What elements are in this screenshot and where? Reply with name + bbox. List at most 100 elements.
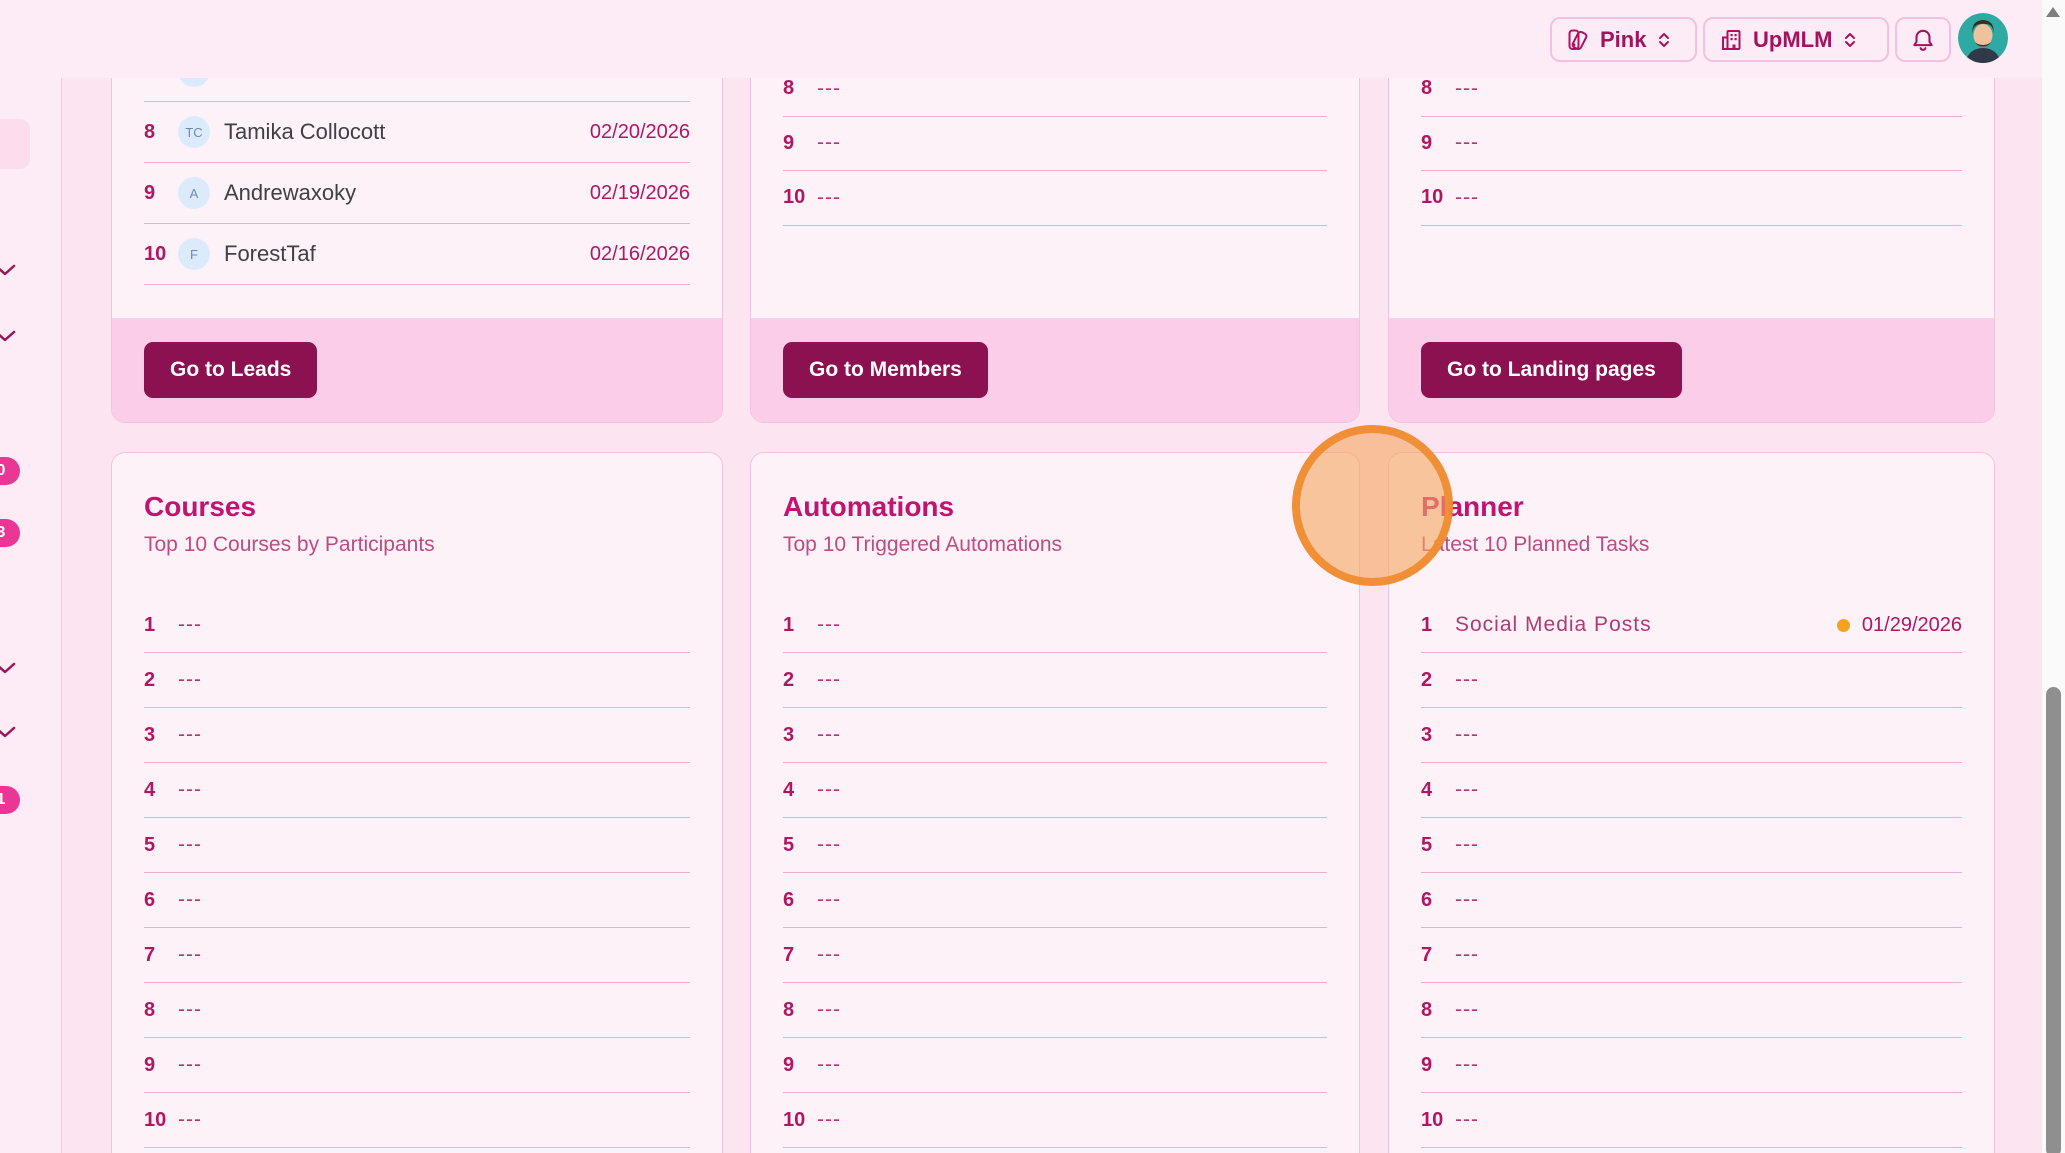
sidebar-count-badge: 1 bbox=[0, 786, 20, 814]
row-rank: 6 bbox=[144, 889, 178, 912]
list-item: 3--- bbox=[1421, 708, 1962, 763]
row-title: --- bbox=[1455, 723, 1479, 747]
vertical-scrollbar bbox=[2042, 0, 2065, 1153]
row-title: --- bbox=[1455, 186, 1479, 210]
organization-selector-label: UpMLM bbox=[1753, 27, 1832, 53]
row-rank: 10 bbox=[144, 1109, 178, 1132]
row-rank: 9 bbox=[1421, 132, 1455, 155]
row-title: --- bbox=[817, 131, 841, 155]
planner-list: 1Social Media Posts01/29/20262---3---4--… bbox=[1421, 598, 1962, 1148]
color-swatch-icon bbox=[1566, 28, 1590, 52]
row-rank: 5 bbox=[144, 834, 178, 857]
list-item: 7--- bbox=[1421, 928, 1962, 983]
row-rank: 7 bbox=[1421, 944, 1455, 967]
courses-list: 1---2---3---4---5---6---7---8---9---10--… bbox=[144, 598, 690, 1148]
card-subtitle: Latest 10 Planned Tasks bbox=[1421, 533, 1649, 557]
list-item: 9--- bbox=[1421, 1038, 1962, 1093]
chevron-down-icon[interactable] bbox=[0, 329, 17, 343]
chevron-up-down-icon bbox=[1842, 31, 1858, 49]
list-item: 10--- bbox=[144, 1093, 690, 1148]
row-rank: 9 bbox=[144, 1054, 178, 1077]
row-title: --- bbox=[178, 943, 202, 967]
row-title: --- bbox=[178, 888, 202, 912]
initials-avatar: F bbox=[178, 238, 210, 270]
row-title: --- bbox=[1455, 778, 1479, 802]
row-title: --- bbox=[1455, 1108, 1479, 1132]
theme-selector[interactable]: Pink bbox=[1550, 17, 1697, 62]
row-rank: 8 bbox=[783, 77, 817, 100]
list-item: 9--- bbox=[1421, 117, 1962, 172]
row-rank: 10 bbox=[1421, 1109, 1455, 1132]
list-item: 8--- bbox=[1421, 983, 1962, 1038]
automations-card: Automations Top 10 Triggered Automations… bbox=[750, 452, 1360, 1153]
chevron-down-icon[interactable] bbox=[0, 725, 17, 739]
chevron-up-down-icon bbox=[1656, 31, 1672, 49]
list-item: 4--- bbox=[1421, 763, 1962, 818]
row-title: --- bbox=[817, 1053, 841, 1077]
row-title: --- bbox=[178, 1053, 202, 1077]
row-title: --- bbox=[1455, 1053, 1479, 1077]
organization-selector[interactable]: UpMLM bbox=[1703, 17, 1889, 62]
row-title: --- bbox=[817, 723, 841, 747]
list-item: 6--- bbox=[1421, 873, 1962, 928]
scrollbar-thumb[interactable] bbox=[2046, 687, 2061, 1153]
row-title: --- bbox=[817, 943, 841, 967]
list-item: 3--- bbox=[783, 708, 1327, 763]
row-rank: 6 bbox=[1421, 889, 1455, 912]
row-rank: 7 bbox=[144, 944, 178, 967]
list-item: 8TCTamika Collocott02/20/2026 bbox=[144, 102, 690, 163]
top-bar: Pink UpMLM bbox=[0, 0, 2042, 78]
list-item: 10--- bbox=[1421, 171, 1962, 226]
row-title: --- bbox=[817, 668, 841, 692]
row-rank: 2 bbox=[144, 669, 178, 692]
list-item: 2--- bbox=[783, 653, 1327, 708]
row-right-group: 02/16/2026 bbox=[590, 243, 690, 266]
list-item: 10--- bbox=[783, 171, 1327, 226]
go-to-leads-button[interactable]: Go to Leads bbox=[144, 342, 317, 398]
user-avatar[interactable] bbox=[1958, 13, 2008, 63]
scrollbar-up-arrow-icon[interactable] bbox=[2046, 7, 2060, 17]
list-item: 10--- bbox=[1421, 1093, 1962, 1148]
row-date: 01/29/2026 bbox=[1862, 614, 1962, 637]
list-item: 9--- bbox=[783, 117, 1327, 172]
row-title: --- bbox=[1455, 888, 1479, 912]
chevron-down-icon[interactable] bbox=[0, 661, 17, 675]
row-rank: 8 bbox=[144, 121, 178, 144]
list-item: 5--- bbox=[783, 818, 1327, 873]
notifications-button[interactable] bbox=[1895, 17, 1951, 62]
list-item: 8--- bbox=[144, 983, 690, 1038]
initials-avatar: A bbox=[178, 177, 210, 209]
row-title: --- bbox=[178, 1108, 202, 1132]
list-item: 10--- bbox=[783, 1093, 1327, 1148]
automations-list: 1---2---3---4---5---6---7---8---9---10--… bbox=[783, 598, 1327, 1148]
row-title: --- bbox=[1455, 131, 1479, 155]
row-rank: 3 bbox=[1421, 724, 1455, 747]
row-rank: 9 bbox=[1421, 1054, 1455, 1077]
row-title: --- bbox=[1455, 833, 1479, 857]
row-right-group: 01/29/2026 bbox=[1837, 614, 1962, 637]
list-item: 7--- bbox=[783, 928, 1327, 983]
chevron-down-icon[interactable] bbox=[0, 263, 17, 277]
card-title: Courses bbox=[144, 491, 256, 523]
sidebar-active-item[interactable] bbox=[0, 119, 30, 169]
avatar-image bbox=[1958, 13, 2008, 63]
row-title: --- bbox=[1455, 998, 1479, 1022]
list-item: 4--- bbox=[144, 763, 690, 818]
row-rank: 1 bbox=[144, 614, 178, 637]
row-rank: 3 bbox=[783, 724, 817, 747]
row-date: 02/16/2026 bbox=[590, 243, 690, 266]
row-title: Tamika Collocott bbox=[224, 119, 385, 145]
row-rank: 5 bbox=[1421, 834, 1455, 857]
row-title: --- bbox=[817, 998, 841, 1022]
list-item: 3--- bbox=[144, 708, 690, 763]
go-to-landing-pages-button[interactable]: Go to Landing pages bbox=[1421, 342, 1682, 398]
row-rank: 6 bbox=[783, 889, 817, 912]
row-title: --- bbox=[817, 77, 841, 101]
row-rank: 4 bbox=[783, 779, 817, 802]
list-item: 6--- bbox=[144, 873, 690, 928]
go-to-members-button[interactable]: Go to Members bbox=[783, 342, 988, 398]
members-list: 8---9---10--- bbox=[783, 62, 1327, 226]
row-title: --- bbox=[817, 613, 841, 637]
row-title: --- bbox=[178, 613, 202, 637]
row-date: 02/20/2026 bbox=[590, 121, 690, 144]
